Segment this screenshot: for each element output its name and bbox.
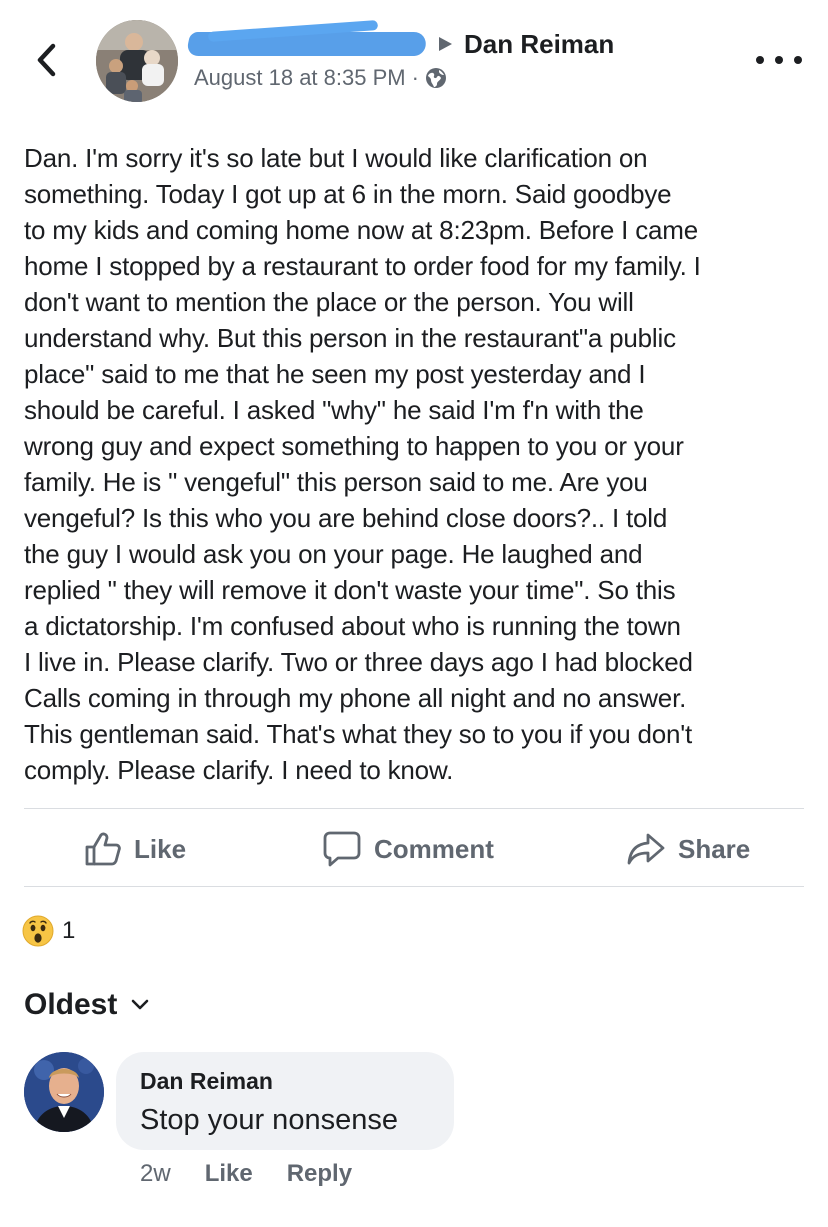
share-arrow-icon: [627, 833, 665, 865]
like-button[interactable]: Like: [84, 812, 186, 886]
comments-sort-dropdown[interactable]: Oldest: [24, 985, 149, 1025]
comment-author-name[interactable]: Dan Reiman: [140, 1068, 273, 1095]
dot-icon: [775, 56, 783, 64]
sort-label: Oldest: [24, 988, 118, 1021]
chevron-down-icon: [132, 999, 149, 1010]
comment-bubble-icon: [323, 831, 361, 867]
dot-icon: [756, 56, 764, 64]
share-button[interactable]: Share: [626, 812, 750, 886]
profile-photo-image: [24, 1052, 104, 1132]
arrow-right-icon: [439, 37, 452, 51]
wow-reaction-icon: [22, 915, 54, 947]
comment-text: Stop your nonsense: [140, 1104, 398, 1136]
comment-bubble: Dan Reiman Stop your nonsense: [116, 1052, 454, 1150]
post-timestamp[interactable]: August 18 at 8:35 PM: [194, 65, 406, 91]
comment-reply-button[interactable]: Reply: [287, 1160, 352, 1188]
post-action-bar: Like Comment Share: [0, 812, 828, 886]
divider: [24, 886, 804, 887]
family-photo-image: [96, 20, 178, 102]
post-title-line: Dan Reiman: [185, 20, 614, 61]
like-label: Like: [134, 833, 187, 864]
more-options-button[interactable]: [756, 44, 802, 76]
post-header: Dan Reiman August 18 at 8:35 PM ·: [0, 0, 828, 112]
post-body-text: Dan. I'm sorry it's so late but I would …: [24, 143, 701, 785]
reaction-summary[interactable]: 1: [22, 912, 75, 950]
comment-like-button[interactable]: Like: [205, 1160, 253, 1188]
back-button[interactable]: [30, 38, 62, 82]
commenter-avatar[interactable]: [24, 1052, 104, 1132]
share-label: Share: [678, 833, 751, 864]
dot-icon: [794, 56, 802, 64]
target-profile-name[interactable]: Dan Reiman: [464, 29, 614, 60]
meta-separator: ·: [411, 65, 419, 90]
globe-icon: [425, 67, 447, 89]
divider: [24, 808, 804, 809]
thumbs-up-icon: [85, 832, 121, 866]
comment-button[interactable]: Comment: [322, 812, 494, 886]
reaction-count: 1: [62, 917, 76, 944]
comment-age[interactable]: 2w: [140, 1160, 171, 1188]
comment-label: Comment: [374, 833, 494, 864]
comment-meta: 2w Like Reply: [140, 1158, 386, 1190]
poster-avatar[interactable]: [96, 20, 178, 102]
post-meta: August 18 at 8:35 PM ·: [194, 64, 447, 92]
redacted-name: [185, 20, 429, 58]
chevron-left-icon: [37, 43, 56, 77]
